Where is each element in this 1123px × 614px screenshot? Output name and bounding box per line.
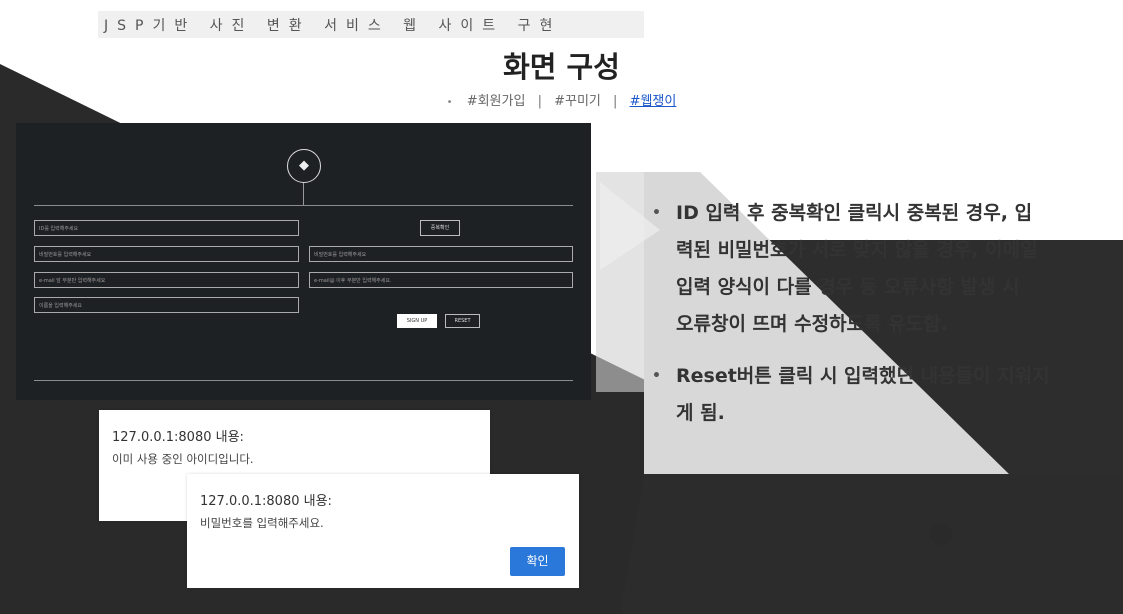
alert-message: 이미 사용 중인 아이디입니다. — [112, 452, 254, 466]
tag-separator: | — [613, 94, 618, 109]
check-duplicate-button[interactable]: 중복확인 — [420, 220, 460, 236]
sign-up-button[interactable]: SIGN UP — [397, 314, 437, 328]
logo-stem — [303, 183, 304, 205]
tag-list: • #회원가입 | #꾸미기 | #웹쟁이 — [0, 90, 1123, 109]
signup-form-screenshot: ◆ ID를 입력해주세요 중복확인 비밀번호를 입력해주세요 비밀번호를 입력해… — [16, 123, 591, 400]
bullet-line: 오류창이 뜨며 수정하도록 유도함. — [676, 313, 948, 335]
password-confirm-input[interactable]: 비밀번호를 입력해주세요 — [309, 246, 573, 262]
bullet-line: 력된 비밀번호가 서로 맞지 않을 경우, 이메일 — [676, 239, 1038, 261]
name-input[interactable]: 이름을 입력해주세요 — [34, 297, 299, 313]
bullet-line: ID 입력 후 중복확인 클릭시 중복된 경우, 입 — [676, 202, 1033, 224]
bullet-reset: • Reset버튼 클릭 시 입력했던 내용들이 지워지 게 됨. — [652, 358, 1092, 432]
bullet-dot-icon: • — [652, 368, 661, 384]
diamond-icon: ◆ — [287, 149, 321, 183]
password-input[interactable]: 비밀번호를 입력해주세요 — [34, 246, 299, 262]
tag-signup[interactable]: #회원가입 — [467, 94, 526, 109]
alert-title: 127.0.0.1:8080 내용: — [112, 430, 244, 445]
bullet-dot-icon: • — [446, 97, 453, 108]
section-title: JSP기반 사진 변환 서비스 웹 사이트 구현 — [104, 18, 562, 34]
tag-separator: | — [537, 94, 542, 109]
bullet-dot-icon: • — [652, 205, 661, 221]
confirm-button[interactable]: 확인 — [510, 547, 565, 576]
password-required-alert: 127.0.0.1:8080 내용: 비밀번호를 입력해주세요. 확인 — [187, 474, 579, 588]
bullet-line: Reset버튼 클릭 시 입력했던 내용들이 지워지 — [676, 365, 1050, 387]
tag-webjaengi[interactable]: #웹쟁이 — [630, 94, 677, 109]
bottom-divider — [34, 380, 573, 381]
email-local-input[interactable]: e-mail 앞 부분만 입력해주세요 — [34, 272, 299, 288]
top-divider — [34, 205, 573, 206]
reset-button[interactable]: RESET — [445, 314, 480, 328]
tag-decorate[interactable]: #꾸미기 — [554, 94, 601, 109]
email-domain-input[interactable]: e-mail@ 이후 부분만 입력해주세요. — [309, 272, 573, 288]
id-input[interactable]: ID를 입력해주세요 — [34, 220, 299, 236]
bullet-line: 입력 양식이 다를 경우 등 오류사항 발생 시 — [676, 276, 1020, 298]
alert-title: 127.0.0.1:8080 내용: — [200, 494, 332, 509]
slide-title: 화면 구성 — [503, 50, 620, 84]
bullet-error-handling: • ID 입력 후 중복확인 클릭시 중복된 경우, 입 력된 비밀번호가 서로… — [652, 195, 1092, 343]
bullet-line: 게 됨. — [676, 402, 725, 424]
alert-message: 비밀번호를 입력해주세요. — [200, 516, 324, 530]
